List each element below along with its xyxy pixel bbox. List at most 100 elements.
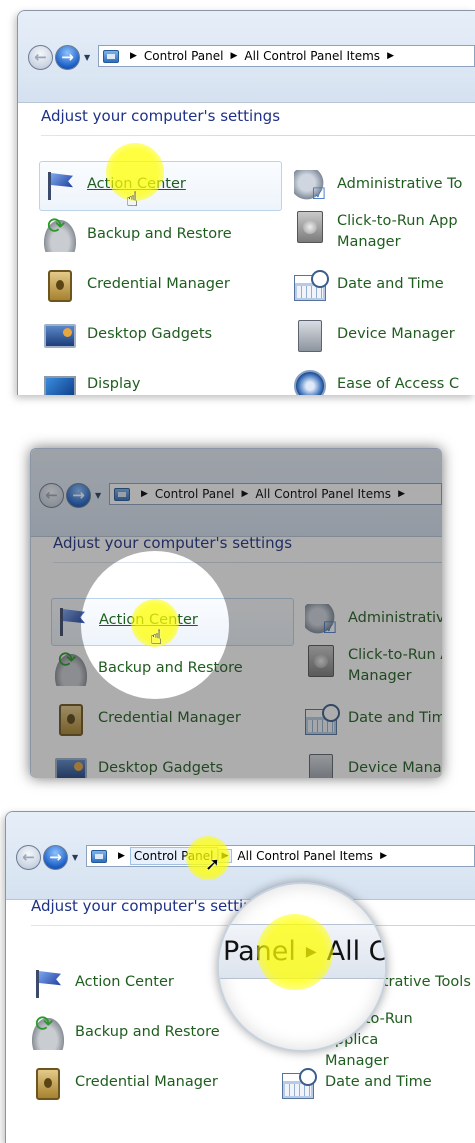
address-bar[interactable]: ▶ Control Panel ▶ All Control Panel Item…	[109, 483, 442, 505]
forward-arrow-icon: →	[61, 47, 74, 66]
item-administrative-tools[interactable]: Administrative To	[294, 170, 462, 204]
breadcrumb-arrow-icon[interactable]: ▶	[118, 851, 125, 861]
item-backup-restore[interactable]: Backup and Restore	[32, 1014, 220, 1050]
forward-button[interactable]: →	[43, 844, 68, 870]
control-panel-window-2: ← → ▼ ▶ Control Panel ▶ All Control Pane…	[30, 448, 442, 778]
control-panel-icon	[114, 487, 130, 501]
gadgets-icon	[44, 324, 76, 348]
breadcrumb-arrow-icon[interactable]: ▶	[141, 489, 148, 499]
gadgets-icon	[55, 758, 87, 778]
control-panel-icon	[103, 49, 119, 63]
breadcrumb-all-items[interactable]: All Control Panel Items	[242, 49, 382, 63]
divider	[41, 135, 475, 136]
item-desktop-gadgets[interactable]: Desktop Gadgets	[55, 754, 223, 778]
breadcrumb-arrow-icon[interactable]: ▶	[231, 51, 238, 61]
display-icon	[44, 376, 76, 395]
arrow-cursor-icon: ➚	[205, 854, 221, 875]
label-line-2: Manager	[325, 1053, 389, 1069]
item-desktop-gadgets[interactable]: Desktop Gadgets	[44, 320, 212, 348]
item-label[interactable]: Administrative To	[337, 170, 462, 195]
address-bar[interactable]: ▶ Control Panel ▶ All Control Panel Item…	[86, 845, 475, 867]
control-panel-icon	[91, 849, 107, 863]
hand-cursor-icon: ☝	[126, 187, 139, 211]
item-date-time[interactable]: Date and Time	[282, 1068, 432, 1099]
window-chrome: ← → ▼ ▶ Control Panel ▶ All Control Pane…	[31, 449, 442, 537]
item-credential-manager[interactable]: Credential Manager	[55, 704, 241, 736]
forward-button[interactable]: →	[66, 482, 91, 508]
breadcrumb-arrow-icon[interactable]: ▶	[242, 489, 249, 499]
navigation-buttons: ← → ▼	[28, 44, 90, 70]
breadcrumb-control-panel[interactable]: Control Panel	[142, 49, 226, 63]
page-title: Adjust your computer's settin	[31, 897, 253, 915]
flag-icon	[32, 968, 64, 1000]
backup-icon	[32, 1014, 64, 1050]
item-credential-manager[interactable]: Credential Manager	[32, 1068, 218, 1100]
item-device-manager[interactable]: Device Manager	[294, 320, 455, 352]
item-label[interactable]: Credential Manager	[87, 270, 230, 295]
calendar-clock-icon	[305, 704, 340, 735]
window-chrome: ← → ▼ ▶ Control Panel ▶ All Control Pane…	[6, 812, 475, 900]
admin-tools-icon	[294, 170, 326, 204]
item-device-manager[interactable]: Device Manag	[305, 754, 442, 778]
item-label[interactable]: Ease of Access C	[337, 370, 459, 395]
item-credential-manager[interactable]: Credential Manager	[44, 270, 230, 302]
item-label[interactable]: Click-to-Run App Manager	[337, 211, 467, 253]
breadcrumb-arrow-icon[interactable]: ▶	[398, 489, 405, 499]
item-display[interactable]: Display	[44, 370, 140, 395]
item-label[interactable]: Device Manag	[348, 754, 442, 778]
item-label[interactable]: Date and Time	[337, 270, 444, 295]
item-label[interactable]: Backup and Restore	[75, 1018, 220, 1043]
item-label[interactable]: Backup and Restore	[87, 220, 232, 245]
back-button[interactable]: ←	[28, 44, 53, 70]
navigation-buttons: ← → ▼	[16, 844, 78, 870]
zoom-magnifier: Panel ▶ All Co	[217, 882, 387, 1052]
back-button[interactable]: ←	[16, 844, 41, 870]
item-label[interactable]: Date and Time	[325, 1068, 432, 1093]
device-manager-icon	[309, 754, 333, 778]
breadcrumb-all-items[interactable]: All Control Panel Items	[235, 849, 375, 863]
item-action-center[interactable]: Action Center	[32, 968, 174, 1000]
forward-button[interactable]: →	[55, 44, 80, 70]
item-label[interactable]: Action Center	[75, 968, 174, 993]
device-manager-icon	[298, 320, 322, 352]
admin-tools-icon	[305, 604, 337, 638]
item-label[interactable]: Click-to-Run A Manager	[348, 645, 442, 687]
page-title: Adjust your computer's settings	[53, 534, 293, 552]
navigation-buttons: ← → ▼	[39, 482, 101, 508]
recent-pages-dropdown-icon[interactable]: ▼	[95, 491, 101, 500]
item-ease-of-access[interactable]: Ease of Access C	[294, 370, 459, 395]
item-date-time[interactable]: Date and Time	[294, 270, 444, 301]
breadcrumb-control-panel[interactable]: Control Panel	[153, 487, 237, 501]
breadcrumb-all-items[interactable]: All Control Panel Items	[253, 487, 393, 501]
item-administrative-tools[interactable]: Administrative	[305, 604, 442, 638]
breadcrumb-arrow-icon[interactable]: ▶	[387, 51, 394, 61]
hand-cursor-icon: ☝	[150, 625, 163, 649]
item-label[interactable]: Desktop Gadgets	[87, 320, 212, 345]
forward-arrow-icon: →	[72, 485, 85, 504]
page-title: Adjust your computer's settings	[41, 107, 281, 125]
backup-icon	[55, 650, 87, 686]
item-label[interactable]: Desktop Gadgets	[98, 754, 223, 778]
item-label[interactable]: Credential Manager	[75, 1068, 218, 1093]
vault-icon	[59, 704, 83, 736]
calendar-clock-icon	[282, 1068, 317, 1099]
item-label[interactable]: Credential Manager	[98, 704, 241, 729]
breadcrumb-arrow-icon[interactable]: ▶	[380, 851, 387, 861]
flag-icon	[44, 170, 76, 202]
click-to-run-icon	[308, 645, 334, 677]
item-label[interactable]: Administrative	[348, 604, 442, 629]
item-click-to-run[interactable]: Click-to-Run A Manager	[305, 645, 442, 687]
item-date-time[interactable]: Date and Time	[305, 704, 442, 735]
recent-pages-dropdown-icon[interactable]: ▼	[72, 853, 78, 862]
item-label[interactable]: Display	[87, 370, 140, 395]
label-line-1: Click-to-Run App	[337, 213, 458, 229]
item-label[interactable]: Device Manager	[337, 320, 455, 345]
address-bar[interactable]: ▶ Control Panel ▶ All Control Panel Item…	[98, 45, 475, 67]
breadcrumb-arrow-icon[interactable]: ▶	[130, 51, 137, 61]
item-backup-restore[interactable]: Backup and Restore	[44, 216, 232, 252]
recent-pages-dropdown-icon[interactable]: ▼	[84, 53, 90, 62]
calendar-clock-icon	[294, 270, 329, 301]
item-label[interactable]: Date and Time	[348, 704, 442, 729]
back-button[interactable]: ←	[39, 482, 64, 508]
item-click-to-run[interactable]: Click-to-Run App Manager	[294, 211, 467, 253]
